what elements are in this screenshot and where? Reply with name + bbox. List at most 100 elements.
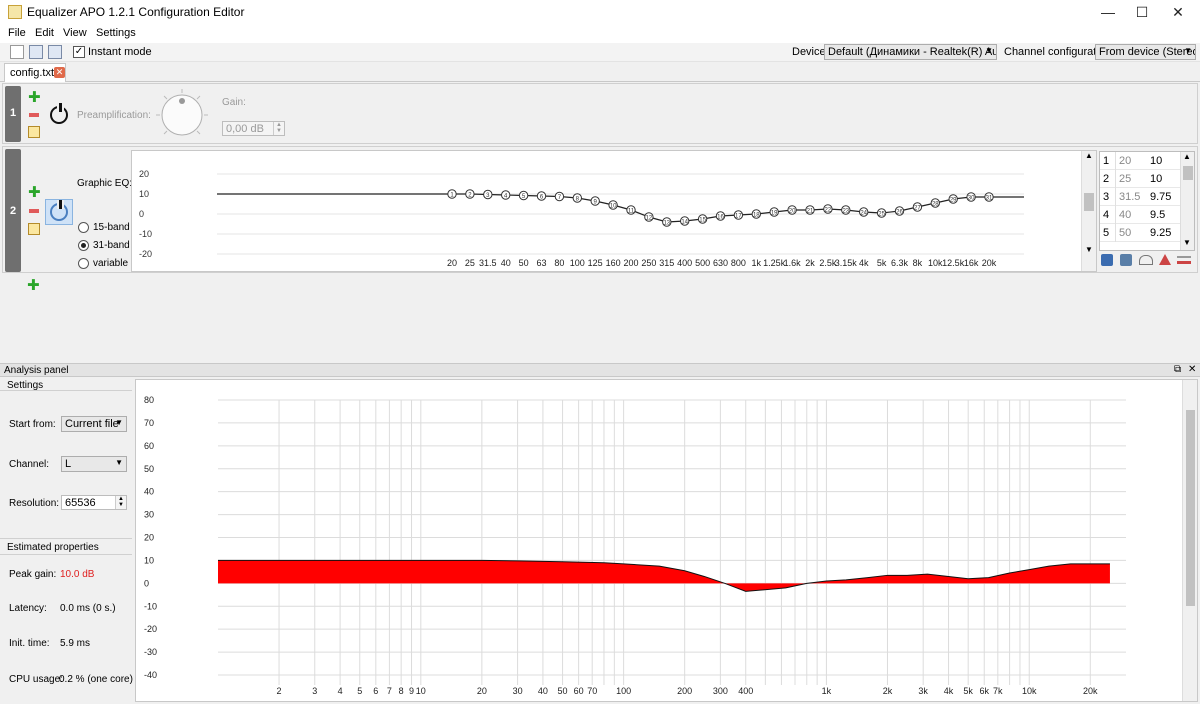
radio-15-band[interactable]: [78, 222, 89, 233]
eq-band-number: 12: [646, 216, 653, 222]
chart-x-tick: 300: [713, 686, 728, 696]
eq-band-number: 13: [663, 221, 670, 227]
table-row[interactable]: 2 25 10: [1100, 170, 1180, 188]
eq-graph-scrollbar[interactable]: ▲ ▼: [1081, 151, 1096, 271]
menu-view[interactable]: View: [63, 27, 87, 39]
eq-band-number: 19: [771, 211, 778, 217]
chart-x-tick: 4k: [944, 686, 954, 696]
reset-curve-icon[interactable]: [1139, 255, 1153, 265]
undock-icon[interactable]: ⧉: [1174, 364, 1181, 375]
response-area: [218, 560, 1110, 592]
close-icon[interactable]: ✕: [54, 67, 65, 78]
divider: [0, 538, 132, 539]
table-scrollbar[interactable]: ▲ ▼: [1180, 152, 1194, 250]
resolution-label: Resolution:: [9, 498, 60, 509]
eq-x-tick: 200: [623, 258, 638, 268]
menu-edit[interactable]: Edit: [35, 27, 54, 39]
add-filter-icon[interactable]: ✚: [28, 185, 41, 200]
window-title: Equalizer APO 1.2.1 Configuration Editor: [27, 5, 245, 19]
preamp-knob[interactable]: [154, 87, 210, 143]
eq-x-tick: 6.3k: [891, 258, 909, 268]
raise-curve-icon[interactable]: [1159, 253, 1171, 265]
power-icon[interactable]: [50, 103, 68, 124]
eq-band-number: 22: [825, 208, 832, 214]
resolution-spinbox[interactable]: 65536 ▲ ▼: [61, 495, 127, 510]
scroll-up-icon[interactable]: ▲: [1183, 152, 1191, 161]
open-file-icon[interactable]: [29, 45, 43, 59]
table-row[interactable]: 4 40 9.5: [1100, 206, 1180, 224]
edit-filter-icon[interactable]: [28, 223, 40, 235]
eq-band-number: 31: [986, 196, 993, 202]
remove-filter-icon[interactable]: [29, 209, 39, 213]
spin-arrows-icon[interactable]: ▲ ▼: [273, 122, 284, 135]
channel-select[interactable]: L ▼: [61, 456, 127, 472]
gain-spinbox[interactable]: 0,00 dB ▲ ▼: [222, 121, 285, 136]
scroll-thumb[interactable]: [1084, 193, 1094, 211]
table-cell-gain: 9.25: [1150, 227, 1172, 239]
eq-band-table[interactable]: 1 20 10 2 25 10 3 31.5 9.75 4 40 9.5 5 50 9.25 ▲ ▼: [1099, 151, 1195, 251]
maximize-button[interactable]: ☐: [1122, 0, 1162, 24]
radio-31-band[interactable]: [78, 240, 89, 251]
add-filter-icon[interactable]: ✚: [28, 90, 41, 105]
flatten-curve-icon[interactable]: [1177, 256, 1191, 264]
eq-band-number: 20: [789, 209, 796, 215]
table-divider: [1115, 224, 1116, 242]
power-icon: [50, 200, 68, 221]
eq-x-tick: 1.6k: [784, 258, 802, 268]
radio-15-band-label: 15-band: [93, 222, 130, 233]
start-from-select[interactable]: Current file ▼: [61, 416, 127, 432]
table-cell-gain: 10: [1150, 155, 1163, 167]
chart-scrollbar[interactable]: [1182, 380, 1197, 701]
edit-filter-icon[interactable]: [28, 126, 40, 138]
eq-graph[interactable]: 20 10 0 -10 -20 1 2 3 4 5 6 7 8 9 10 11 12 13 14 15 16 17 18 19…: [131, 150, 1097, 272]
save-file-icon[interactable]: [48, 45, 62, 59]
eq-x-tick: 10k: [928, 258, 943, 268]
eq-y-tick: 10: [139, 189, 149, 199]
new-file-icon[interactable]: [10, 45, 24, 59]
analysis-chart[interactable]: 80 70 60 50 40 30 20 10 0 -10 -20 -30 -40 2 3 4 5 6 7 8 9 10 2…: [135, 379, 1198, 702]
table-cell-gain: 9.75: [1150, 191, 1172, 203]
scroll-up-icon[interactable]: ▲: [1085, 151, 1093, 160]
filter-handle[interactable]: 2: [5, 149, 21, 272]
remove-filter-icon[interactable]: [29, 113, 39, 117]
menu-bar: File Edit View Settings: [0, 24, 1200, 43]
filter-handle[interactable]: 1: [5, 86, 21, 142]
chart-y-tick: 70: [144, 418, 154, 428]
tab-config-txt[interactable]: config.txt ✕: [4, 63, 66, 82]
channel-config-value: From device (Stereo): [1099, 46, 1196, 58]
table-divider: [1115, 206, 1116, 224]
channel-config-select[interactable]: From device (Stereo) ▼: [1095, 44, 1196, 60]
scroll-thumb[interactable]: [1183, 166, 1193, 180]
table-row[interactable]: 1 20 10: [1100, 152, 1180, 170]
gain-value: 0,00 dB: [226, 123, 264, 135]
frequency-response-chart: 80706050403020100-10-20-30-402 3 4 5 6 7 8 9 10 2…: [144, 395, 1126, 696]
radio-variable[interactable]: [78, 258, 89, 269]
close-window-button[interactable]: ✕: [1158, 0, 1198, 24]
device-select[interactable]: Default (Динамики - Realtek(R) Audio) ▼: [824, 44, 997, 60]
tab-label: config.txt: [10, 67, 55, 79]
scroll-down-icon[interactable]: ▼: [1183, 238, 1191, 247]
table-cell-gain: 9.5: [1150, 209, 1166, 221]
scroll-thumb[interactable]: [1186, 410, 1195, 606]
instant-mode-checkbox[interactable]: ✓: [73, 46, 85, 58]
eq-x-tick: 2k: [805, 258, 815, 268]
chart-x-tick: 5: [357, 686, 362, 696]
save-preset-icon[interactable]: [1101, 254, 1113, 266]
chart-y-tick: 60: [144, 441, 154, 451]
eq-graph-svg[interactable]: 20100-10-201 2 3 4 5 6 7 8 910111213 14 15 16 17 18 19…: [132, 151, 1082, 271]
add-filter-icon[interactable]: ✚: [27, 278, 40, 293]
graphic-eq-title: Graphic EQ:: [77, 178, 133, 189]
eq-band-number: 16: [717, 215, 724, 221]
scroll-down-icon[interactable]: ▼: [1085, 245, 1093, 254]
close-panel-icon[interactable]: ✕: [1188, 364, 1196, 375]
table-row[interactable]: 3 31.5 9.75: [1100, 188, 1180, 206]
power-toggle[interactable]: [45, 199, 73, 225]
table-cell-n: 3: [1103, 191, 1110, 203]
menu-settings[interactable]: Settings: [96, 27, 136, 39]
load-preset-icon[interactable]: [1120, 254, 1132, 266]
chart-x-tick: 4: [338, 686, 343, 696]
spin-arrows-icon[interactable]: ▲ ▼: [115, 496, 126, 509]
menu-file[interactable]: File: [8, 27, 26, 39]
cpu-usage-value: 0.2 % (one core): [59, 674, 133, 685]
table-row[interactable]: 5 50 9.25: [1100, 224, 1180, 242]
